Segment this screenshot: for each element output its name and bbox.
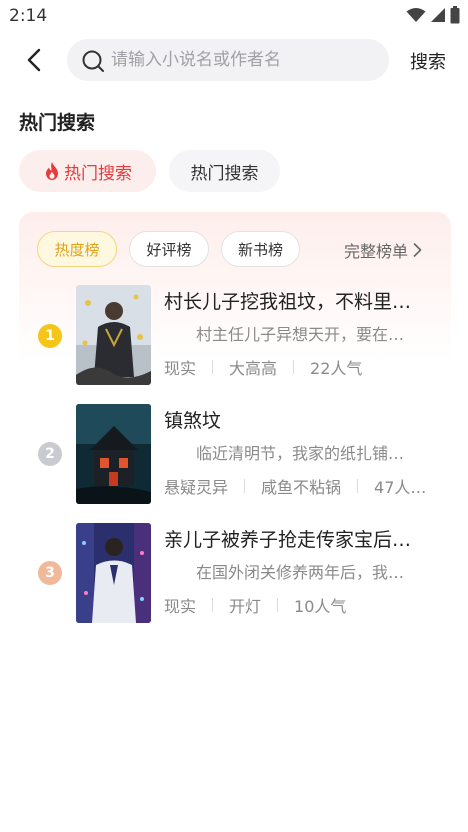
divider [212,360,214,374]
rank-badge: 2 [38,442,62,466]
wifi-icon [406,8,426,22]
book-cover[interactable] [76,523,151,623]
book-cover[interactable] [76,404,151,504]
book-item[interactable]: 3 亲儿子被养子抢走传家宝后… 在国外闭关修养两年后，我… 现实 开灯 10人气 [0,523,468,625]
rank-badge: 3 [38,561,62,585]
status-time: 2:14 [9,6,48,26]
rank-badge: 1 [38,324,62,348]
hot-search-chip-2[interactable]: 热门搜索 [169,150,280,192]
book-category: 悬疑灵异 [164,478,229,497]
book-title: 亲儿子被养子抢走传家宝后… [164,529,412,551]
search-input[interactable] [111,39,381,81]
tab-hot-ranking[interactable]: 热度榜 [37,231,117,267]
status-bar: 2:14 [0,0,468,34]
back-button[interactable] [22,46,48,74]
section-title: 热门搜索 [19,112,96,134]
divider [357,479,359,493]
divider [293,360,295,374]
book-category: 现实 [164,597,197,616]
book-meta: 现实 开灯 10人气 [164,593,434,617]
status-icons [406,6,460,24]
hot-search-chip-1[interactable]: 热门搜索 [19,150,156,192]
book-description: 临近清明节，我家的纸扎铺… [196,444,405,463]
book-item[interactable]: 2 镇煞坟 临近清明节，我家的纸扎铺… 悬疑灵异 咸鱼不粘锅 47人… [0,404,468,506]
search-button[interactable]: 搜索 [410,48,446,74]
tab-rating-ranking[interactable]: 好评榜 [129,231,209,267]
book-category: 现实 [164,359,197,378]
book-title: 村长儿子挖我祖坟，不料里面… [164,291,424,313]
book-author: 开灯 [229,597,262,616]
book-description: 村主任儿子异想天开，要在… [196,325,405,344]
book-cover[interactable] [76,285,151,385]
search-box[interactable] [67,39,389,81]
divider [277,598,279,612]
book-meta: 悬疑灵异 咸鱼不粘锅 47人… [164,474,434,498]
search-bar-row: 搜索 [0,38,468,82]
book-author: 咸鱼不粘锅 [261,478,342,497]
search-icon [82,50,104,72]
book-popularity: 10人气 [294,597,347,616]
chevron-right-icon [413,243,422,257]
book-description: 在国外闭关修养两年后，我… [196,563,405,582]
signal-icon [431,8,445,22]
full-list-label: 完整榜单 [344,242,409,261]
divider [212,598,214,612]
flame-icon [46,162,58,180]
battery-icon [450,6,460,24]
book-author: 大高高 [229,359,278,378]
divider [244,479,246,493]
chevron-left-icon [27,48,41,72]
hot-search-chip-label: 热门搜索 [190,163,259,184]
full-list-link[interactable]: 完整榜单 [344,238,422,262]
book-meta: 现实 大高高 22人气 [164,355,434,379]
book-popularity: 22人气 [310,359,363,378]
hot-search-chip-label: 热门搜索 [64,163,132,184]
book-item[interactable]: 1 村长儿子挖我祖坟，不料里面… 村主任儿子异想天开，要在… 现实 大高高 22… [0,285,468,387]
book-popularity: 47人… [374,478,427,497]
book-title: 镇煞坟 [164,410,222,432]
tab-new-ranking[interactable]: 新书榜 [221,231,300,267]
